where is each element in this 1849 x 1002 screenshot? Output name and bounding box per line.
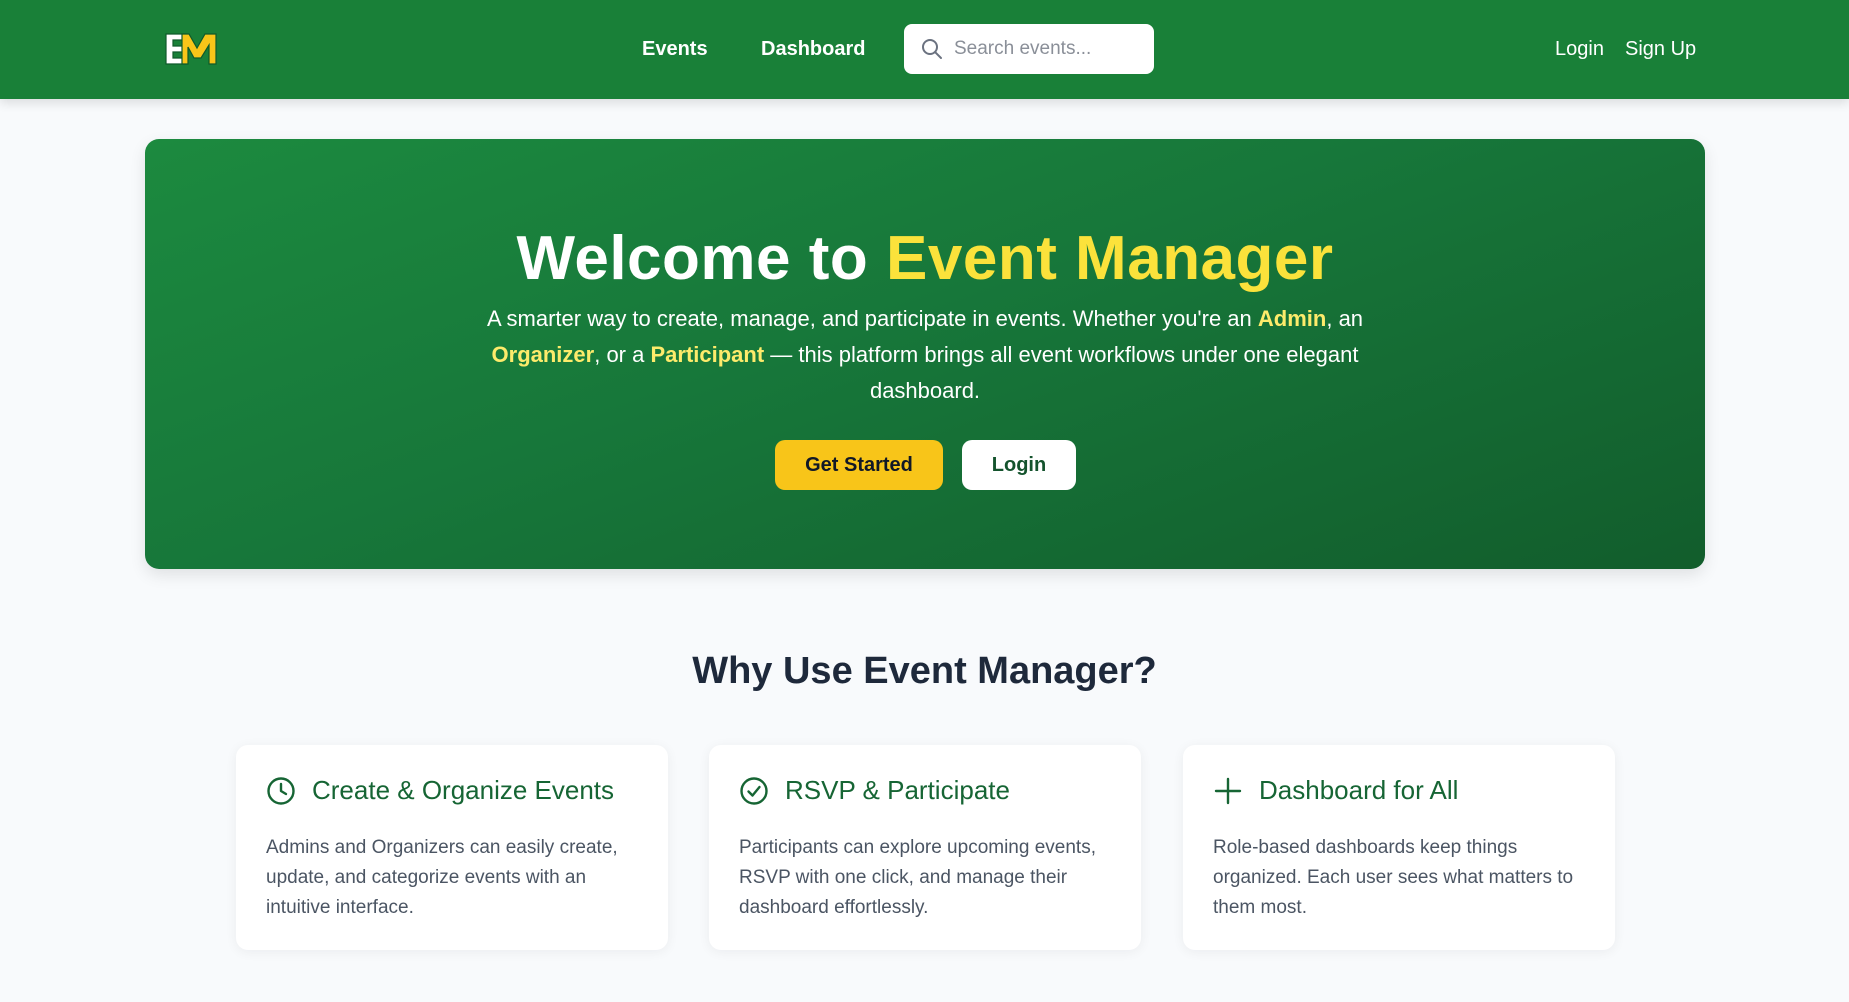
role-participant: Participant	[650, 342, 765, 367]
hero-banner: Welcome to Event Manager A smarter way t…	[145, 139, 1705, 569]
search-input[interactable]	[954, 38, 1144, 60]
feature-card-rsvp: RSVP & Participate Participants can expl…	[709, 745, 1141, 950]
login-link[interactable]: Login	[1555, 38, 1604, 61]
plus-icon	[1214, 777, 1242, 804]
search-icon	[922, 39, 942, 59]
hero-text-part4: — this platform brings all event workflo…	[764, 342, 1359, 403]
card-header: Create & Organize Events	[266, 775, 614, 806]
hero-description: A smarter way to create, manage, and par…	[465, 301, 1385, 409]
card-text: Admins and Organizers can easily create,…	[266, 837, 618, 918]
get-started-button[interactable]: Get Started	[775, 440, 943, 490]
card-title: Create & Organize Events	[312, 775, 615, 805]
role-admin: Admin	[1257, 306, 1327, 331]
hero-title-accent: Event Manager	[886, 224, 1334, 293]
card-text: Role-based dashboards keep things organi…	[1213, 837, 1574, 918]
nav-dashboard-link[interactable]: Dashboard	[761, 38, 865, 61]
logo[interactable]	[164, 32, 218, 66]
signup-link[interactable]: Sign Up	[1625, 38, 1696, 61]
clock-icon	[267, 776, 295, 805]
card-text: Participants can explore upcoming events…	[739, 837, 1096, 918]
card-title: Dashboard for All	[1259, 775, 1459, 805]
features-title: Why Use Event Manager?	[692, 650, 1157, 692]
role-organizer: Organizer	[491, 342, 595, 367]
feature-card-dashboard: Dashboard for All Role-based dashboards …	[1183, 745, 1615, 950]
check-circle-icon	[740, 776, 768, 805]
hero-text-part3: , or a	[594, 342, 651, 367]
em-logo-icon	[165, 33, 217, 65]
hero-title-prefix: Welcome to	[516, 224, 869, 293]
search-box[interactable]	[904, 24, 1154, 74]
hero-title: Welcome to Event Manager	[145, 223, 1705, 294]
hero-login-button[interactable]: Login	[962, 440, 1076, 490]
card-header: Dashboard for All	[1213, 775, 1458, 806]
hero-text-part1: A smarter way to create, manage, and par…	[486, 306, 1258, 331]
nav-events-link[interactable]: Events	[642, 38, 708, 61]
hero-text-part2: , an	[1326, 306, 1364, 331]
card-title: RSVP & Participate	[785, 775, 1010, 805]
feature-card-create: Create & Organize Events Admins and Orga…	[236, 745, 668, 950]
card-header: RSVP & Participate	[739, 775, 1010, 806]
navbar: Events Dashboard Login Sign Up	[0, 0, 1849, 99]
